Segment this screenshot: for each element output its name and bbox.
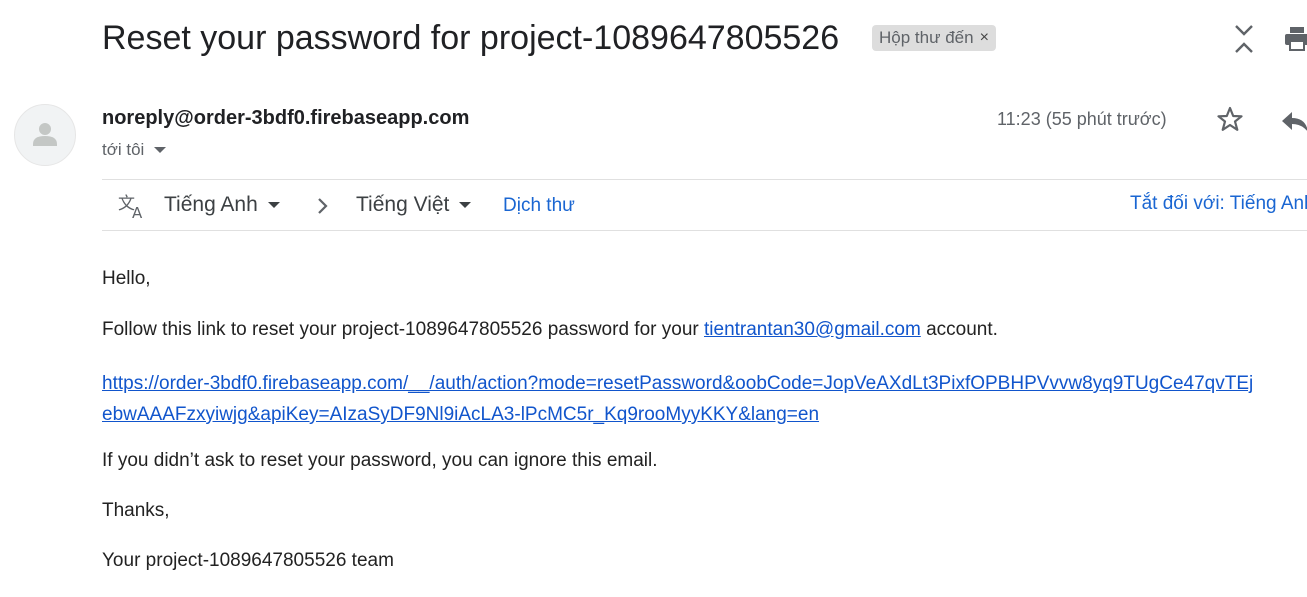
inbox-label-chip[interactable]: Hộp thư đến × — [872, 25, 996, 51]
star-button[interactable] — [1214, 104, 1246, 136]
star-icon — [1217, 106, 1243, 131]
expand-all-button[interactable] — [1230, 22, 1258, 56]
unfold-icon — [1235, 25, 1253, 53]
ignore-notice: If you didn’t ask to reset your password… — [102, 450, 658, 471]
turn-off-translate-link[interactable]: Tắt đối với: Tiếng Anh — [1130, 193, 1307, 215]
signature: Your project-1089647805526 team — [102, 550, 394, 571]
chevron-right-icon — [318, 198, 328, 214]
caret-down-icon — [154, 147, 167, 153]
greeting: Hello, — [102, 268, 151, 289]
translate-icon: 文 A — [118, 194, 143, 220]
inbox-label-text: Hộp thư đến — [879, 28, 974, 47]
reset-password-link[interactable]: https://order-3bdf0.firebaseapp.com/__/a… — [102, 368, 1262, 430]
translate-bar: 文 A Tiếng Anh Tiếng Việt Dịch thư Tắt đố… — [102, 179, 1307, 231]
instructions-suffix: account. — [920, 319, 998, 340]
instructions-line: Follow this link to reset your project-1… — [102, 319, 998, 341]
recipient-label: tới tôi — [102, 140, 145, 159]
person-icon — [33, 123, 57, 146]
sender-address[interactable]: noreply@order-3bdf0.firebaseapp.com — [102, 107, 469, 130]
sign-off: Thanks, — [102, 500, 170, 521]
print-button[interactable] — [1282, 24, 1307, 54]
email-view: Reset your password for project-10896478… — [0, 0, 1307, 597]
email-subject: Reset your password for project-10896478… — [102, 19, 840, 57]
caret-down-icon — [459, 202, 472, 208]
source-language-select[interactable]: Tiếng Anh — [164, 193, 280, 217]
email-timestamp: 11:23 (55 phút trước) — [997, 109, 1167, 129]
remove-label-button[interactable]: × — [980, 29, 989, 47]
account-email-link[interactable]: tientrantan30@gmail.com — [704, 319, 921, 340]
instructions-prefix: Follow this link to reset your project-1… — [102, 319, 704, 340]
caret-down-icon — [267, 202, 280, 208]
translate-message-link[interactable]: Dịch thư — [503, 195, 575, 217]
sender-avatar[interactable] — [14, 104, 76, 166]
source-language-label: Tiếng Anh — [164, 193, 258, 216]
reply-icon — [1282, 112, 1307, 131]
print-icon — [1285, 27, 1307, 51]
svg-text:A: A — [132, 204, 143, 220]
reply-button[interactable] — [1278, 106, 1307, 136]
recipient-details-toggle[interactable]: tới tôi — [102, 140, 167, 160]
target-language-label: Tiếng Việt — [356, 193, 450, 216]
target-language-select[interactable]: Tiếng Việt — [356, 193, 472, 217]
